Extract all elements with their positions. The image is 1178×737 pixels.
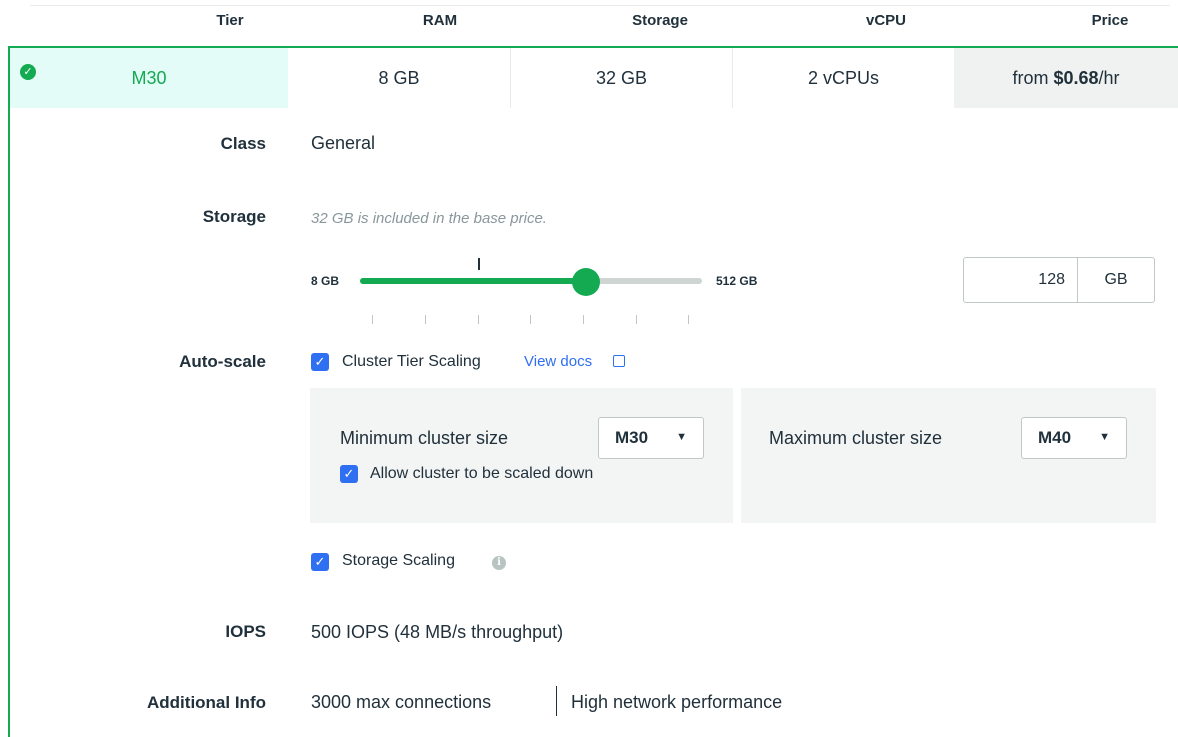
check-circle-icon: ✓	[20, 64, 36, 80]
tier-cell[interactable]: ✓ M30	[10, 48, 288, 108]
allow-scale-down-label: Allow cluster to be scaled down	[370, 465, 594, 482]
caret-down-icon: ▼	[676, 431, 687, 443]
additional-info-label: Additional Info	[147, 693, 266, 712]
vcpu-value: 2 vCPUs	[807, 67, 879, 88]
min-cluster-panel: Minimum cluster size M30 ▼ ✓ Allow clust…	[310, 388, 733, 523]
header-vcpu: vCPU	[865, 12, 906, 29]
selected-tier-row[interactable]: ✓ M30 8 GB 32 GB 2 vCPUs from $0.68 /hr	[10, 48, 1178, 108]
tier-name: M30	[131, 67, 167, 88]
slider-tick	[583, 315, 584, 324]
slider-tick	[688, 315, 689, 324]
included-storage-marker	[478, 258, 480, 270]
iops-value: 500 IOPS (48 MB/s throughput)	[311, 622, 564, 642]
max-cluster-panel: Maximum cluster size M40 ▼	[741, 388, 1156, 523]
allow-scale-down-checkbox[interactable]: ✓	[340, 465, 358, 483]
storage-label: Storage	[202, 207, 266, 226]
cluster-tier-scaling-checkbox[interactable]: ✓	[311, 353, 329, 371]
price-cell: from $0.68 /hr	[954, 48, 1178, 108]
ram-cell: 8 GB	[288, 48, 510, 108]
info-icon[interactable]: i	[492, 556, 506, 570]
autoscale-label: Auto-scale	[179, 352, 266, 371]
caret-down-icon: ▼	[1099, 431, 1110, 443]
class-value: General	[311, 133, 376, 153]
price-amount: $0.68	[1053, 67, 1099, 88]
min-cluster-value: M30	[615, 428, 649, 447]
storage-scaling-label: Storage Scaling	[342, 552, 455, 569]
view-docs-link[interactable]: View docs	[524, 353, 592, 370]
max-cluster-select[interactable]: M40 ▼	[1021, 417, 1127, 459]
min-cluster-select[interactable]: M30 ▼	[598, 417, 704, 459]
iops-label: IOPS	[225, 622, 266, 641]
class-label: Class	[220, 134, 266, 153]
slider-min-label: 8 GB	[311, 274, 340, 288]
storage-size-value[interactable]: 128	[964, 258, 1078, 302]
header-divider	[30, 5, 1170, 6]
storage-scaling-checkbox[interactable]: ✓	[311, 553, 329, 571]
header-price: Price	[1091, 12, 1129, 29]
slider-tick	[372, 315, 373, 324]
ram-value: 8 GB	[378, 67, 420, 88]
max-cluster-label: Maximum cluster size	[769, 428, 943, 448]
slider-tick	[530, 315, 531, 324]
storage-slider-track[interactable]	[360, 278, 702, 284]
header-ram: RAM	[422, 12, 458, 29]
slider-tick	[425, 315, 426, 324]
info-divider	[556, 686, 557, 716]
storage-slider-thumb[interactable]	[571, 268, 600, 296]
storage-value: 32 GB	[595, 67, 648, 88]
slider-max-label: 512 GB	[716, 274, 758, 288]
slider-tick	[478, 315, 479, 324]
cluster-tier-scaling-label: Cluster Tier Scaling	[342, 353, 481, 370]
slider-tick	[636, 315, 637, 324]
vcpu-cell: 2 vCPUs	[732, 48, 954, 108]
storage-cell: 32 GB	[510, 48, 732, 108]
connections-value: 3000 max connections	[311, 692, 492, 712]
tier-table-header: Tier RAM Storage vCPU Price	[0, 0, 1178, 46]
external-link-icon[interactable]	[613, 355, 625, 367]
header-storage: Storage	[632, 12, 688, 29]
max-cluster-value: M40	[1038, 428, 1072, 447]
price-suffix: /hr	[1098, 67, 1120, 88]
min-cluster-label: Minimum cluster size	[340, 428, 509, 448]
header-tier: Tier	[216, 12, 244, 29]
storage-slider-fill	[360, 278, 586, 284]
storage-size-unit: GB	[1104, 271, 1128, 288]
price-prefix: from	[1012, 67, 1054, 88]
storage-size-input[interactable]: 128 GB	[963, 257, 1155, 303]
network-value: High network performance	[571, 692, 783, 712]
storage-hint: 32 GB is included in the base price.	[311, 210, 547, 227]
